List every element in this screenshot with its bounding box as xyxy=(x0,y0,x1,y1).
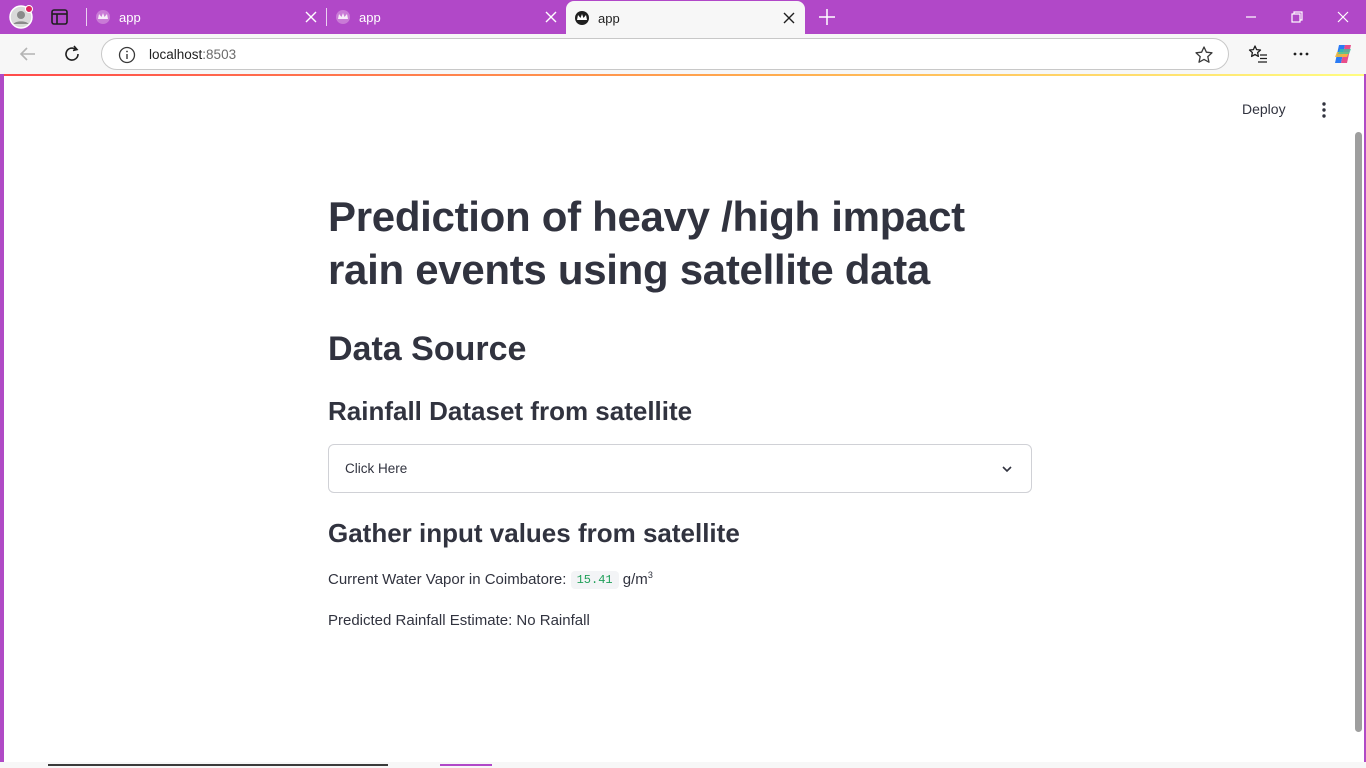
expander-label: Click Here xyxy=(345,461,408,476)
back-arrow-icon[interactable] xyxy=(17,43,39,65)
browser-tab-3-active[interactable]: app xyxy=(566,1,805,34)
inputs-subheading: Gather input values from satellite xyxy=(328,518,740,548)
streamlit-crown-icon xyxy=(575,11,589,25)
water-vapor-value: 15.41 xyxy=(570,571,619,589)
new-tab-plus-icon[interactable] xyxy=(817,7,837,27)
main-menu-icon[interactable] xyxy=(1316,100,1332,120)
header-decoration-bar xyxy=(4,74,1364,76)
unit-superscript: 3 xyxy=(647,570,653,580)
page-title: Prediction of heavy /high impact rain ev… xyxy=(328,193,965,293)
minimize-window-icon[interactable] xyxy=(1243,9,1259,25)
taskbar-indicator-accent xyxy=(440,764,492,766)
water-vapor-unit: g/m3 xyxy=(622,570,653,588)
data-source-heading: Data Source xyxy=(328,330,527,368)
deploy-button[interactable]: Deploy xyxy=(1242,101,1286,117)
more-options-icon[interactable] xyxy=(1290,43,1312,65)
favorites-list-icon[interactable] xyxy=(1247,43,1269,65)
water-vapor-label: Current Water Vapor in Coimbatore: xyxy=(328,571,567,588)
favorite-star-icon[interactable] xyxy=(1194,45,1214,65)
dataset-subheading: Rainfall Dataset from satellite xyxy=(328,396,693,426)
unit-base: g/m xyxy=(622,571,648,588)
refresh-icon[interactable] xyxy=(61,43,83,65)
dataset-expander[interactable]: Click Here xyxy=(328,444,1032,493)
prediction-text: Predicted Rainfall Estimate: No Rainfall xyxy=(328,612,590,629)
streamlit-crown-icon xyxy=(336,10,350,24)
chevron-down-icon xyxy=(1002,466,1012,473)
copilot-icon[interactable] xyxy=(1332,43,1354,65)
tab-title: app xyxy=(119,10,141,25)
bottom-edge xyxy=(0,762,1366,768)
browser-tab-2[interactable]: app xyxy=(327,0,565,34)
close-window-icon[interactable] xyxy=(1335,9,1351,25)
tab-title: app xyxy=(359,10,381,25)
close-tab-icon[interactable] xyxy=(783,12,795,24)
url-text[interactable]: localhost:8503 xyxy=(149,47,236,62)
tab-title: app xyxy=(598,11,620,26)
page-viewport: Deploy Prediction of heavy /high impact … xyxy=(4,74,1364,762)
browser-tab-1[interactable]: app xyxy=(87,0,325,34)
taskbar-indicator xyxy=(48,764,388,766)
url-port: :8503 xyxy=(202,47,237,62)
close-tab-icon[interactable] xyxy=(545,11,557,23)
url-host: localhost xyxy=(149,47,203,62)
page-scrollbar[interactable] xyxy=(1355,132,1362,732)
restore-window-icon[interactable] xyxy=(1289,9,1305,25)
site-info-icon[interactable] xyxy=(118,46,136,64)
browser-toolbar: localhost:8503 xyxy=(0,34,1366,74)
close-tab-icon[interactable] xyxy=(305,11,317,23)
address-bar[interactable]: localhost:8503 xyxy=(101,38,1229,70)
streamlit-crown-icon xyxy=(96,10,110,24)
profile-avatar-icon[interactable] xyxy=(9,5,33,29)
tab-actions-icon[interactable] xyxy=(50,8,70,26)
water-vapor-line: Current Water Vapor in Coimbatore: 15.41… xyxy=(328,570,653,589)
browser-tab-bar: app app app xyxy=(0,0,1366,34)
